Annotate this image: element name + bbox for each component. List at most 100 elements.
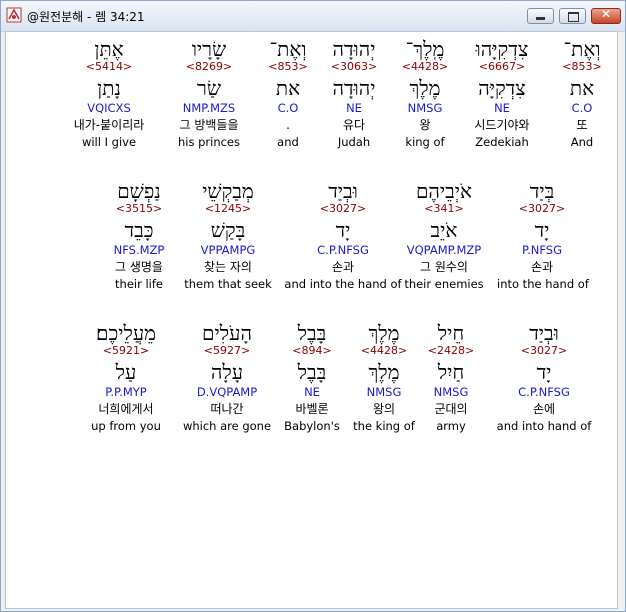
korean-gloss: 내가-붙이리라 [73, 118, 145, 132]
korean-gloss: 또 [576, 118, 588, 132]
hebrew-word: מֵעֲלֵיכֶם׃ [95, 321, 157, 345]
parsing-code: C.P.NFSG [518, 385, 570, 399]
english-gloss: and into the hand of [284, 277, 402, 291]
word-cell[interactable]: שָׂרָיו <8269> שַׂר NMP.MZS 그 방백들을 his p… [164, 38, 254, 149]
hebrew-word: בָּבֶל [297, 321, 327, 345]
strongs-number[interactable]: <894> [267, 344, 357, 358]
word-cell[interactable]: וְאֶת־ <853> את C.O 또 And [537, 38, 617, 149]
lexical-form: כָּבֵד [124, 218, 154, 242]
word-cell[interactable]: בָּבֶל <894> בָּבֶל NE 바벨론 Babylon's [267, 322, 357, 433]
parsing-code: VPPAMPG [200, 243, 256, 257]
parsing-code: C.P.NFSG [317, 243, 369, 257]
word-cell[interactable]: מֵעֲלֵיכֶם׃ <5921> עַל P.P.MYP 너희에게서 up … [81, 322, 171, 433]
korean-gloss: 찾는 자의 [204, 260, 252, 274]
strongs-number[interactable]: <3027> [278, 202, 408, 216]
korean-gloss: 너희에게서 [98, 402, 154, 416]
word-cell[interactable]: אֶתֵּן <5414> נָתַן VQICXS 내가-붙이리라 will … [64, 38, 154, 149]
close-icon: ✕ [600, 7, 612, 21]
english-gloss: will I give [81, 135, 137, 149]
word-cell[interactable]: אֹיְבֵיהֶם <341> אֹיֵב VQPAMP.MZP 그 원수의 … [399, 180, 489, 291]
strongs-number[interactable]: <341> [399, 202, 489, 216]
korean-gloss: 손과 [530, 260, 554, 274]
word-cell[interactable]: הָעֹלִים <5927> עָלָה D.VQPAMP 떠나간 which… [182, 322, 272, 433]
korean-gloss: 떠나간 [210, 402, 244, 416]
strongs-number[interactable]: <3027> [484, 344, 604, 358]
lexical-form: את [569, 76, 595, 100]
maximize-button[interactable] [559, 8, 586, 24]
english-gloss: them that seek [184, 277, 272, 291]
parsing-code: C.O [571, 101, 593, 115]
lexical-form: את [275, 76, 301, 100]
english-gloss: their life [115, 277, 163, 291]
window-title: @원전분해 - 렘 34:21 [27, 10, 145, 24]
word-cell[interactable]: וּבְיַד <3027> יָד C.P.NFSG 손에 and into … [484, 322, 604, 433]
parsing-code: C.O [277, 101, 299, 115]
word-cell[interactable]: נַפְשָׁם <3515> כָּבֵד NFS.MZP 그 생명을 the… [94, 180, 184, 291]
parsing-code: P.P.MYP [105, 385, 147, 399]
english-gloss: their enemies [404, 277, 484, 291]
interlinear-view[interactable]: וְאֶת־ <853> את C.O 또 And צִדְקִיָּהוּ <… [5, 31, 618, 609]
app-logo-icon [6, 7, 22, 23]
parsing-code: P.NFSG [521, 243, 563, 257]
korean-gloss: 시드기야와 [474, 118, 530, 132]
strongs-number[interactable]: <3027> [497, 202, 587, 216]
hebrew-word: אֶתֵּן [94, 37, 124, 61]
lexical-form: עַל [115, 360, 137, 384]
minimize-icon [536, 17, 545, 20]
parsing-code: NMP.MZS [182, 101, 236, 115]
strongs-number[interactable]: <5921> [81, 344, 171, 358]
hebrew-word: וּבְיַד [328, 179, 358, 203]
lexical-form: אֹיֵב [430, 218, 458, 242]
hebrew-word: אֹיְבֵיהֶם [415, 179, 473, 203]
lexical-form: שַׂר [197, 76, 221, 100]
parsing-code: D.VQPAMP [196, 385, 258, 399]
strongs-number[interactable]: <5927> [182, 344, 272, 358]
korean-gloss: 그 방백들을 [179, 118, 239, 132]
korean-gloss: 손에 [532, 402, 556, 416]
english-gloss: and into hand of [496, 419, 592, 433]
lexical-form: נָתַן [97, 76, 121, 100]
title-bar[interactable]: @원전분해 - 렘 34:21 ✕ [1, 1, 625, 32]
strongs-number[interactable]: <5414> [64, 60, 154, 74]
maximize-icon [568, 12, 579, 22]
hebrew-word: שָׂרָיו [191, 37, 227, 61]
lexical-form: בָּקַשׁ [210, 218, 246, 242]
hebrew-word: וְאֶת־ [269, 37, 307, 61]
hebrew-word: וּבְיַד [529, 321, 559, 345]
minimize-button[interactable] [527, 8, 554, 24]
hebrew-word: נַפְשָׁם [117, 179, 161, 203]
korean-gloss: 그 원수의 [420, 260, 468, 274]
lexical-form: עָלָה [210, 360, 244, 384]
word-cell[interactable]: צִדְקִיָּהוּ <6667> צִדְקִיָּה NE 시드기야와 … [457, 38, 547, 149]
parsing-code: NE [304, 385, 320, 399]
word-cell[interactable]: מְבַקְשֵׁי <1245> בָּקַשׁ VPPAMPG 찾는 자의 … [183, 180, 273, 291]
english-gloss: up from you [91, 419, 161, 433]
word-cell[interactable]: וְאֶת־ <853> את C.O . and [243, 38, 333, 149]
word-cell[interactable]: וּבְיַד <3027> יָד C.P.NFSG 손과 and into … [278, 180, 408, 291]
strongs-number[interactable]: <1245> [183, 202, 273, 216]
strongs-number[interactable]: <853> [243, 60, 333, 74]
hebrew-word: הָעֹלִים [202, 321, 252, 345]
lexical-form: יָד [534, 218, 550, 242]
strongs-number[interactable]: <853> [537, 60, 617, 74]
english-gloss: his princes [177, 135, 241, 149]
strongs-number[interactable]: <3515> [94, 202, 184, 216]
parsing-code: NE [494, 101, 510, 115]
english-gloss: into the hand of [497, 277, 589, 291]
hebrew-word: צִדְקִיָּהוּ [475, 37, 529, 61]
lexical-form: יָד [536, 360, 552, 384]
english-gloss: which are gone [182, 419, 272, 433]
app-window: @원전분해 - 렘 34:21 ✕ וְאֶת־ <853> את C.O 또 … [0, 0, 626, 612]
english-gloss: Babylon's [284, 419, 340, 433]
close-button[interactable]: ✕ [591, 7, 621, 24]
parsing-code: VQPAMP.MZP [406, 243, 482, 257]
strongs-number[interactable]: <6667> [457, 60, 547, 74]
korean-gloss: 바벨론 [295, 402, 329, 416]
english-gloss: and [277, 135, 299, 149]
strongs-number[interactable]: <8269> [164, 60, 254, 74]
korean-gloss: 그 생명을 [115, 260, 163, 274]
english-gloss: Zedekiah [475, 135, 529, 149]
lexical-form: צִדְקִיָּה [478, 76, 526, 100]
hebrew-word: מְבַקְשֵׁי [202, 179, 254, 203]
word-cell[interactable]: בְּיַד <3027> יָד P.NFSG 손과 into the han… [497, 180, 589, 291]
